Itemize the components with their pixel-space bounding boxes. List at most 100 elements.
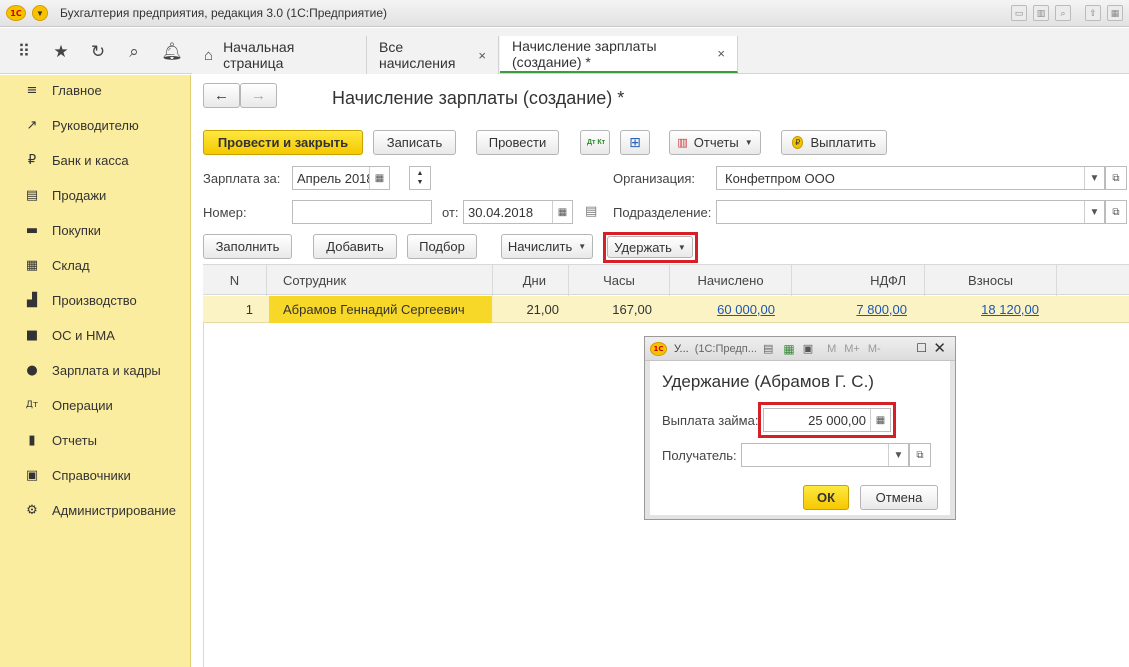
subdivision-field[interactable]: ▼ [716, 200, 1105, 224]
sidebar-item-warehouse[interactable]: ▦ Склад [0, 253, 191, 277]
column-header-ndfl[interactable]: НДФЛ [792, 265, 925, 296]
add-button[interactable]: Добавить [313, 234, 397, 259]
column-header-hours[interactable]: Часы [569, 265, 670, 296]
sidebar-item-fixed-assets[interactable]: ■ ОС и НМА [0, 323, 191, 347]
select-button[interactable]: Подбор [407, 234, 477, 259]
sidebar-item-main[interactable]: ≡ Главное [0, 78, 191, 102]
sidebar-item-label: ОС и НМА [52, 327, 115, 343]
stepper-down-icon[interactable]: ▼ [417, 178, 424, 187]
apps-grid-icon[interactable]: ⠿ [12, 40, 36, 64]
dialog-close-icon[interactable]: ✕ [933, 339, 946, 357]
dialog-calendar-icon[interactable]: ▣ [803, 342, 813, 355]
memory-minus-button[interactable]: M- [868, 343, 881, 355]
sidebar-item-operations[interactable]: Дт Операции [0, 393, 191, 417]
chevron-down-icon[interactable]: ▼ [888, 444, 908, 466]
post-and-close-button[interactable]: Провести и закрыть [203, 130, 363, 155]
calendar-icon[interactable]: ▦ [369, 167, 389, 189]
organization-value: Конфетпром ООО [725, 170, 835, 186]
tab-all-accruals[interactable]: Все начисления × [367, 36, 499, 74]
save-button[interactable]: Записать [373, 130, 456, 155]
sidebar-item-production[interactable]: ▟ Производство [0, 288, 191, 312]
date-input[interactable]: 30.04.2018 ▦ [463, 200, 573, 224]
dialog-spreadsheet-icon[interactable]: ▦ [783, 342, 794, 356]
dtkt-icon: Дт [25, 400, 39, 410]
back-button[interactable]: ← [203, 83, 240, 108]
maximize-icon[interactable]: ☐ [916, 341, 927, 355]
month-stepper[interactable]: ▲ ▼ [409, 166, 431, 190]
structure-button[interactable]: ⊞ [620, 130, 650, 155]
report-icon: ▥ [677, 137, 688, 149]
forward-button[interactable]: → [240, 83, 277, 108]
cell-employee[interactable]: Абрамов Геннадий Сергеевич [269, 296, 492, 323]
memory-m-button[interactable]: M [827, 343, 836, 355]
organization-label: Организация: [613, 171, 696, 186]
salary-month-input[interactable]: Апрель 2018 ▦ [292, 166, 390, 190]
open-subdivision-button[interactable]: ⧉ [1105, 200, 1127, 224]
sidebar-item-sales[interactable]: ▤ Продажи [0, 183, 191, 207]
fill-button[interactable]: Заполнить [203, 234, 292, 259]
calendar-icon[interactable]: ▦ [552, 201, 572, 223]
sidebar-item-directories[interactable]: ▣ Справочники [0, 463, 191, 487]
notifications-bell-icon[interactable]: 🔔︎ [160, 40, 184, 64]
open-recipient-button[interactable]: ⧉ [909, 443, 931, 467]
tab-home[interactable]: ⌂ Начальная страница [192, 36, 367, 74]
column-header-accrued[interactable]: Начислено [670, 265, 792, 296]
print-icon[interactable]: ▥ [1033, 5, 1049, 21]
favorites-star-icon[interactable]: ★ [49, 40, 73, 64]
home-icon: ⌂ [204, 46, 214, 64]
column-header-n[interactable]: N [203, 265, 267, 296]
table-row[interactable]: 1 Абрамов Геннадий Сергеевич 21,00 167,0… [203, 296, 1129, 323]
search-icon[interactable]: ⌕ [122, 40, 146, 64]
cell-accrued-link[interactable]: 60 000,00 [670, 296, 775, 323]
sidebar-item-label: Операции [52, 397, 113, 413]
reports-label: Отчеты [693, 135, 739, 150]
accrue-dropdown-button[interactable]: Начислить ▼ [501, 234, 593, 259]
comment-icon[interactable]: ▤ [585, 203, 597, 219]
sidebar-item-salary[interactable]: ● Зарплата и кадры [0, 358, 191, 382]
open-link-icon: ⧉ [916, 449, 924, 461]
cancel-button[interactable]: Отмена [860, 485, 938, 510]
dialog-print-icon[interactable]: ▤ [763, 342, 773, 355]
tab-close-icon[interactable]: × [717, 46, 725, 61]
sidebar-item-label: Продажи [52, 187, 107, 203]
column-header-days[interactable]: Дни [493, 265, 569, 296]
chevron-down-icon[interactable]: ▼ [1084, 167, 1104, 189]
post-button[interactable]: Провести [476, 130, 559, 155]
sidebar-item-purchases[interactable]: ▬ Покупки [0, 218, 191, 242]
column-header-employee[interactable]: Сотрудник [267, 265, 493, 296]
pay-button[interactable]: ₽ Выплатить [781, 130, 887, 155]
chevron-down-icon[interactable]: ▼ [1084, 201, 1104, 223]
sidebar-item-reports[interactable]: ▮ Отчеты [0, 428, 191, 452]
sidebar-item-admin[interactable]: ⚙ Администрирование [0, 498, 191, 522]
sidebar-item-manager[interactable]: ↗ Руководителю [0, 113, 191, 137]
cell-ndfl-link[interactable]: 7 800,00 [792, 296, 907, 323]
history-icon[interactable]: ↻ [86, 40, 110, 64]
dialog-logo-text: 1С [653, 344, 664, 353]
open-organization-button[interactable]: ⧉ [1105, 166, 1127, 190]
dialog-body: Удержание (Абрамов Г. С.) Выплата займа:… [650, 362, 950, 515]
reports-dropdown-button[interactable]: ▥ Отчеты ▼ [669, 130, 761, 155]
organization-field[interactable]: Конфетпром ООО ▼ [716, 166, 1105, 190]
number-input[interactable] [292, 200, 432, 224]
column-header-contributions[interactable]: Взносы [925, 265, 1057, 296]
stepper-up-icon[interactable]: ▲ [417, 169, 424, 178]
save-icon[interactable]: ▭ [1011, 5, 1027, 21]
preview-icon[interactable]: ⌕ [1055, 5, 1071, 21]
sidebar-item-label: Банк и касса [52, 152, 129, 168]
tab-close-icon[interactable]: × [478, 48, 486, 63]
memory-plus-button[interactable]: M+ [844, 343, 860, 355]
cell-contributions-link[interactable]: 18 120,00 [925, 296, 1039, 323]
dtkt-button[interactable]: Дт Кт [580, 130, 610, 155]
sidebar-item-bank[interactable]: ₽ Банк и касса [0, 148, 191, 172]
recipient-field[interactable]: ▼ [741, 443, 909, 467]
sidebar-item-label: Покупки [52, 222, 101, 238]
calculator-icon[interactable]: ▦ [1107, 5, 1123, 21]
upload-icon[interactable]: ⇪ [1085, 5, 1101, 21]
dialog-window-title: У... [674, 342, 689, 355]
tab-salary-accrual[interactable]: Начисление зарплаты (создание) * × [500, 36, 738, 73]
open-link-icon: ⧉ [1112, 206, 1120, 218]
main-menu-chevron-icon[interactable]: ▼ [32, 5, 48, 21]
open-link-icon: ⧉ [1112, 172, 1120, 184]
pay-label: Выплатить [810, 135, 876, 150]
ok-button[interactable]: ОК [803, 485, 849, 510]
